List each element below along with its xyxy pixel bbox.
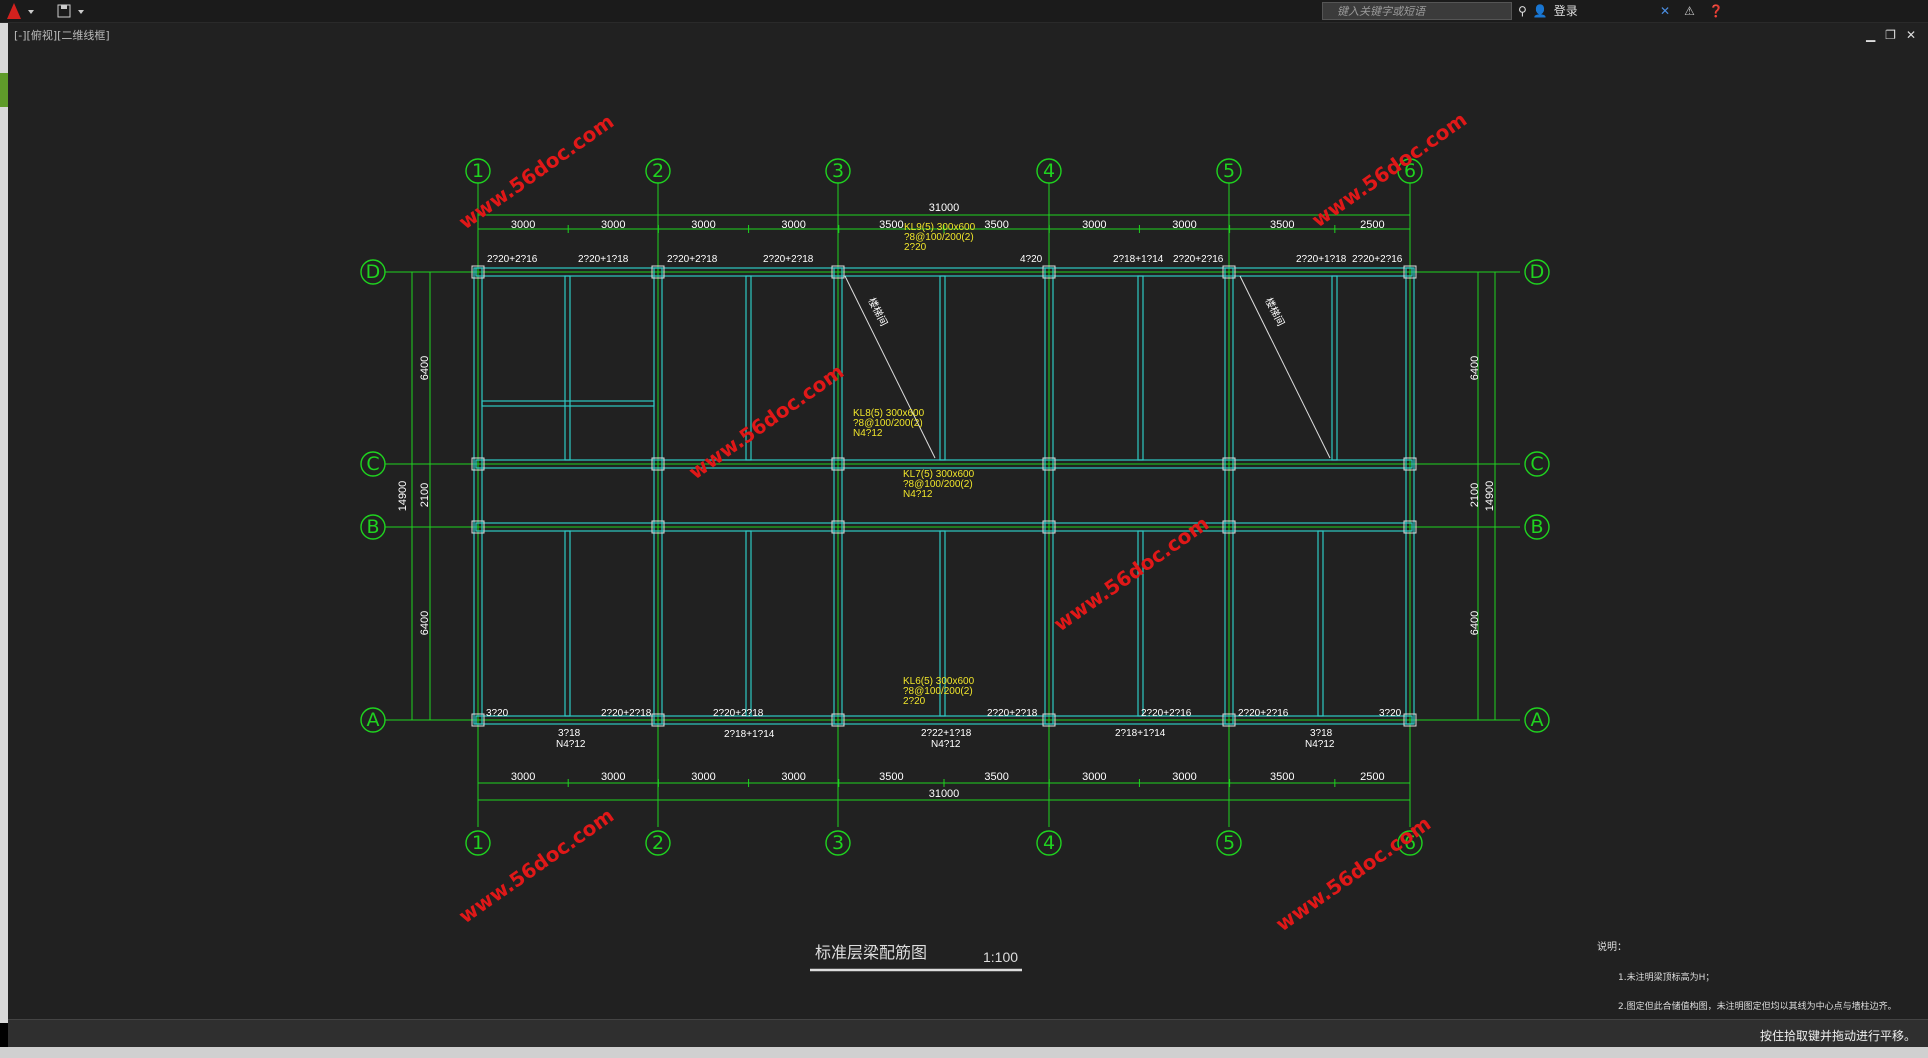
bottom-dimension: 3000	[781, 771, 805, 783]
beam-label: N4?12	[931, 739, 961, 750]
beam-label: 2?18+1?14	[1115, 728, 1166, 739]
bottom-dimension: 3000	[1082, 771, 1106, 783]
grid-axis-label: D	[366, 261, 381, 283]
beam-label: 2?20+2?18	[987, 708, 1038, 719]
beam-label: 2?18+1?14	[724, 729, 775, 740]
grid-axis-label: A	[1531, 709, 1544, 731]
note-line: 2.图定但此合储值构图，未注明图定但均以其线为中心点与墙柱边齐。	[1618, 1000, 1897, 1012]
top-dimension: 3000	[1082, 219, 1106, 231]
beam-label: 3?20	[1379, 708, 1402, 719]
grid-axis-label: 3	[832, 160, 844, 182]
total-height-right: 14900	[1484, 481, 1496, 512]
total-width-top: 31000	[929, 202, 960, 214]
beam-label: 2?20+2?16	[1173, 254, 1224, 265]
stair-label-1: 楼梯间	[865, 295, 890, 328]
bottom-dimension: 2500	[1360, 771, 1384, 783]
total-width-bottom: 31000	[929, 788, 960, 800]
beam-label: 2?20+2?16	[487, 254, 538, 265]
bottom-dimension: 3500	[879, 771, 903, 783]
top-dimension: 3000	[691, 219, 715, 231]
left-dimension: 2100	[419, 483, 431, 507]
beam-label: 3?18	[558, 728, 581, 739]
drawing-scale: 1:100	[983, 949, 1018, 965]
grid-axis-label: 5	[1223, 832, 1235, 854]
left-dimension: 6400	[419, 611, 431, 635]
right-dimension: 2100	[1469, 483, 1481, 507]
beam-label: 2?20+2?18	[667, 254, 718, 265]
left-dimension: 6400	[419, 356, 431, 380]
beam-label: 2?20+2?16	[1238, 708, 1289, 719]
bottom-edge	[0, 1047, 1928, 1058]
top-dimension: 3500	[879, 219, 903, 231]
grid-axis-label: 4	[1043, 160, 1055, 182]
beam-label: 2?20+1?18	[578, 254, 629, 265]
top-dimension: 2500	[1360, 219, 1384, 231]
beam-callout: N4?12	[853, 428, 883, 439]
bottom-dimension: 3500	[1270, 771, 1294, 783]
grid-axis-label: 1	[472, 832, 484, 854]
grid-axis-label: 3	[832, 832, 844, 854]
right-dimension: 6400	[1469, 611, 1481, 635]
grid-axis-label: 2	[652, 832, 664, 854]
grid-axis-label: 5	[1223, 160, 1235, 182]
beam-label: 2?20+2?16	[1352, 254, 1403, 265]
top-dimension: 3500	[984, 219, 1008, 231]
grid-axis-label: 2	[652, 160, 664, 182]
note-line: 1.未注明梁顶标高为H；	[1618, 971, 1714, 983]
top-dimension: 3500	[1270, 219, 1294, 231]
beam-callout: N4?12	[903, 489, 933, 500]
notes-title: 说明：	[1597, 940, 1627, 953]
beam-label: 2?20+2?18	[713, 708, 764, 719]
bottom-dimension: 3000	[511, 771, 535, 783]
command-line[interactable]: 按住拾取键并拖动进行平移。	[8, 1019, 1928, 1048]
beam-label: 2?18+1?14	[1113, 254, 1164, 265]
right-dimension: 6400	[1469, 356, 1481, 380]
bottom-dimension: 3500	[984, 771, 1008, 783]
beam-callout: 2?20	[904, 242, 927, 253]
top-dimension: 3000	[601, 219, 625, 231]
top-dimension: 3000	[1172, 219, 1196, 231]
beam-label: 2?20+2?18	[763, 254, 814, 265]
stair-label-2: 楼梯间	[1262, 295, 1287, 328]
grid-axis-label: C	[1530, 453, 1543, 475]
top-dimension: 3000	[781, 219, 805, 231]
beam-callout: 2?20	[903, 696, 926, 707]
bottom-dimension: 3000	[1172, 771, 1196, 783]
beam-label: N4?12	[556, 739, 586, 750]
watermark: www.56doc.com	[1049, 511, 1213, 636]
beam-label: 3?18	[1310, 728, 1333, 739]
total-height-left: 14900	[397, 481, 409, 512]
beam-label: 2?20+1?18	[1296, 254, 1347, 265]
beam-label: 2?22+1?18	[921, 728, 972, 739]
grid-axis-label: B	[1530, 516, 1543, 538]
beam-label: 4?20	[1020, 254, 1043, 265]
watermark: www.56doc.com	[1271, 811, 1435, 936]
structural-plan: 123456 123456 DCBA DCBA 3000 3000 3000 3000…	[360, 107, 1897, 1012]
watermark: www.56doc.com	[454, 803, 618, 928]
watermark: www.56doc.com	[1307, 107, 1471, 232]
grid-axis-label: 4	[1043, 832, 1055, 854]
grid-axis-label: C	[366, 453, 379, 475]
beam-label: 3?20	[486, 708, 509, 719]
grid-axis-label: 1	[472, 160, 484, 182]
grid-axis-label: B	[366, 516, 379, 538]
command-hint: 按住拾取键并拖动进行平移。	[1759, 1029, 1916, 1043]
top-dimension: 3000	[511, 219, 535, 231]
beam-label: 2?20+2?18	[601, 708, 652, 719]
watermark: www.56doc.com	[684, 359, 848, 484]
grid-axis-label: D	[1530, 261, 1545, 283]
grid-axis-label: A	[367, 709, 380, 731]
beam-label: N4?12	[1305, 739, 1335, 750]
bottom-dimension: 3000	[601, 771, 625, 783]
beam-label: 2?20+2?16	[1141, 708, 1192, 719]
drawing-title: 标准层梁配筋图	[815, 943, 927, 962]
bottom-dimension: 3000	[691, 771, 715, 783]
